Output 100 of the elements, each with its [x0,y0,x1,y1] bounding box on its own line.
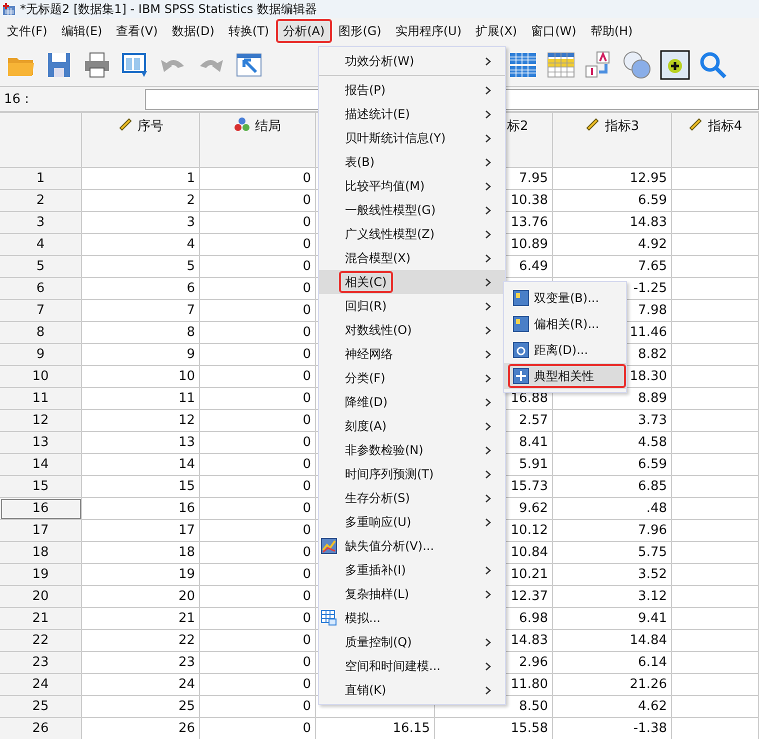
table-cell: 0 [200,410,316,432]
table-cell: 20 [82,586,200,608]
table-cell: 0 [200,366,316,388]
menu-entry-label: 比较平均值(M) [344,178,426,194]
table-cell: 12.95 [553,168,672,190]
table-cell: 19 [82,564,200,586]
menu-entry-label: 分类(F) [344,370,386,386]
menu-entry-label: 对数线性(O) [344,322,413,338]
table-cell: 15 [82,476,200,498]
table-cell: 18 [82,542,200,564]
table-cell: 14.83 [553,212,672,234]
table-cell: 0 [200,542,316,564]
table-cell: 0 [200,696,316,718]
table-cell: 7 [82,300,200,322]
table-cell: 25 [82,696,200,718]
table-cell: 10 [82,366,200,388]
menu-entry-label: 混合模型(X) [344,250,412,266]
table-cell: 6.59 [553,454,672,476]
column-title: 结局 [255,118,281,135]
table-cell: 5.75 [553,542,672,564]
table-cell: 0 [200,388,316,410]
table-cell: 0 [200,674,316,696]
table-cell: 0 [200,652,316,674]
column-title: 指标4 [708,118,742,135]
table-cell: 14 [82,454,200,476]
menu-entry-label: 描述统计(E) [344,106,411,122]
table-cell: 7.65 [553,256,672,278]
window-title: *无标题2 [数据集1] - IBM SPSS Statistics 数据编辑器 [20,0,317,18]
table-cell: 3.52 [553,564,672,586]
table-cell: 16 [82,498,200,520]
menu-entry-label: 复杂抽样(L) [344,586,410,602]
table-cell: 0 [200,432,316,454]
menu-entry-label: 一般线性模型(G) [344,202,437,218]
table-cell: 24 [82,674,200,696]
table-cell: 7.96 [553,520,672,542]
table-cell: 0 [200,190,316,212]
menu-entry-label: 贝叶斯统计信息(Y) [344,130,447,146]
table-cell: 2 [82,190,200,212]
table-cell: 0 [200,300,316,322]
table-cell: 6 [82,278,200,300]
table-cell: 6.14 [553,652,672,674]
table-cell: 16.15 [316,718,435,739]
table-cell: -1.38 [553,718,672,739]
table-cell: 11 [82,388,200,410]
table-cell: 0 [200,234,316,256]
column-title: 标2 [507,118,528,135]
table-cell: 1 [82,168,200,190]
menu-entry-label: 相关(C) [339,271,393,293]
table-cell: 0 [200,476,316,498]
table-cell: 26 [82,718,200,739]
table-cell: 4.62 [553,696,672,718]
table-cell: 0 [200,520,316,542]
menu-entry-label: 刻度(A) [344,418,388,434]
table-cell: 6.59 [553,190,672,212]
menu-entry-label: 多重响应(U) [344,514,412,530]
table-cell: 8 [82,322,200,344]
menu-entry-label: 缺失值分析(V)... [344,538,436,554]
table-cell: 17 [82,520,200,542]
menu-entry-label: 直销(K) [344,682,388,698]
table-cell: 0 [200,278,316,300]
table-cell: 0 [200,564,316,586]
table-cell: 21 [82,608,200,630]
table-cell: 14.84 [553,630,672,652]
menu-entry-label: 时间序列预测(T) [344,466,435,482]
table-cell: 0 [200,498,316,520]
table-cell: 21.26 [553,674,672,696]
table-cell: 9.41 [553,608,672,630]
table-cell: 4.58 [553,432,672,454]
table-cell: 13 [82,432,200,454]
table-cell: 3.73 [553,410,672,432]
table-cell: 0 [200,630,316,652]
table-cell: 0 [200,256,316,278]
table-cell: 0 [200,718,316,739]
column-title: 序号 [138,118,164,135]
table-cell: 4.92 [553,234,672,256]
menu-entry-label: 回归(R) [344,298,388,314]
table-cell: 0 [200,344,316,366]
menu-entry-label: 降维(D) [344,394,389,410]
table-cell: 3 [82,212,200,234]
table-cell: 15.58 [435,718,553,739]
column-title: 指标3 [604,118,640,135]
menu-entry-label: 表(B) [344,154,376,170]
menu-entry-label: 非参数检验(N) [344,442,424,458]
menu-entry-label: 神经网络 [344,346,394,362]
menu-entry-label: 多重插补(I) [344,562,407,578]
table-cell: 0 [200,212,316,234]
menu-entry-label: 模拟... [344,610,382,626]
table-cell: 5 [82,256,200,278]
table-cell: 0 [200,608,316,630]
table-cell: 0 [200,454,316,476]
menu-entry-label: 报告(P) [344,82,387,98]
table-cell: 0 [200,322,316,344]
table-cell: 0 [200,586,316,608]
menu-entry-label: 生存分析(S) [344,490,411,506]
cell-reference: 16 : [3,92,30,106]
table-cell: 23 [82,652,200,674]
table-cell: 4 [82,234,200,256]
table-cell: 9 [82,344,200,366]
menu-entry-label: 质量控制(Q) [344,634,413,650]
menu-entry-label: 功效分析(W) [344,52,416,70]
